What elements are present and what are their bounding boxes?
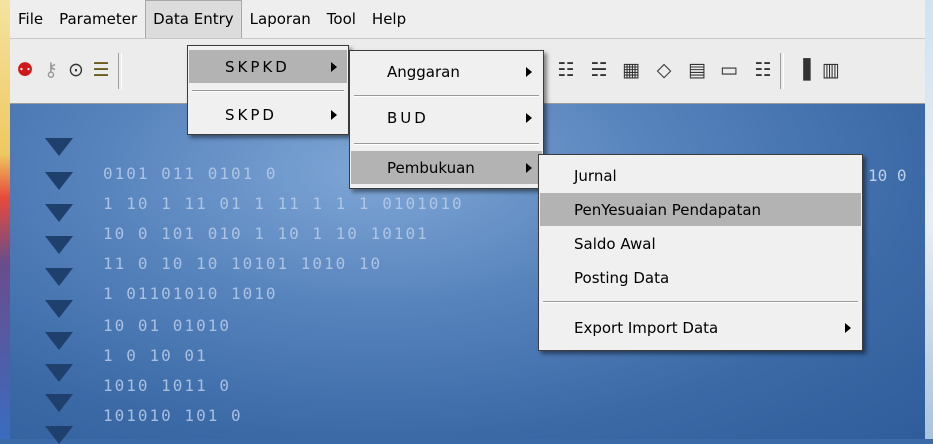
menu-item-label: Posting Data [574, 268, 670, 287]
chevron-right-icon [331, 61, 337, 72]
menu-item-label: Export Import Data [574, 318, 719, 337]
bar-chart-icon[interactable]: ▐ [792, 59, 814, 81]
binary-line: 11 0 10 10 10101 1010 10 [103, 254, 383, 273]
menu-item-label: SKPKD [225, 57, 290, 76]
menu-item-posting-data[interactable]: Posting Data [540, 261, 861, 294]
menu-laporan[interactable]: Laporan [242, 0, 319, 38]
skpkd-menu: Anggaran BUD Pembukuan [349, 50, 544, 189]
menu-item-anggaran[interactable]: Anggaran [351, 55, 542, 88]
menu-parameter[interactable]: Parameter [51, 0, 145, 38]
tag-icon[interactable]: ◇ [653, 59, 675, 81]
triangle-icon [45, 138, 73, 156]
menu-item-label: Pembukuan [387, 158, 475, 177]
ledger-icon[interactable]: ☵ [588, 59, 610, 81]
triangle-icon [45, 332, 73, 350]
binary-line: 1 0 10 01 [103, 346, 208, 365]
chevron-right-icon [845, 322, 851, 333]
binary-line: 1 10 1 11 01 1 11 1 1 1 0101010 [103, 194, 464, 213]
toolbar-separator [780, 53, 784, 89]
exit-icon[interactable]: ⚉ [14, 59, 36, 81]
menu-separator [543, 301, 858, 303]
binary-line: 101010 101 0 [103, 406, 243, 425]
triangle-icon [45, 300, 73, 318]
triangle-icon [45, 204, 73, 222]
network-icon[interactable]: ☷ [752, 59, 774, 81]
menu-separator [192, 90, 344, 92]
menu-item-label: Jurnal [574, 166, 617, 185]
calculator-icon[interactable]: ▤ [686, 59, 708, 81]
triangle-icon [45, 172, 73, 190]
menu-item-skpkd[interactable]: SKPKD [189, 50, 347, 83]
lock-icon[interactable]: ⊙ [65, 59, 87, 81]
document-icon[interactable]: ☰ [90, 59, 112, 81]
chevron-right-icon [526, 66, 532, 77]
triangle-icon [45, 394, 73, 412]
menu-item-label: PenYesuaian Pendapatan [574, 200, 762, 219]
menu-item-label: SKPD [225, 105, 277, 124]
chart-icon[interactable]: ▦ [620, 59, 642, 81]
binary-line: 1010 1011 0 [103, 376, 231, 395]
chevron-right-icon [526, 112, 532, 123]
desktop-edge-right [925, 0, 933, 439]
pembukuan-menu: Jurnal PenYesuaian Pendapatan Saldo Awal… [538, 154, 863, 351]
menu-help[interactable]: Help [364, 0, 414, 38]
triangle-icon [45, 236, 73, 254]
menu-item-jurnal[interactable]: Jurnal [540, 159, 861, 192]
triangle-icon [45, 364, 73, 382]
menu-item-skpd[interactable]: SKPD [189, 98, 347, 131]
chevron-right-icon [331, 109, 337, 120]
triangle-icon [45, 268, 73, 286]
chevron-right-icon [526, 162, 532, 173]
menu-item-bud[interactable]: BUD [351, 101, 542, 134]
menu-tool[interactable]: Tool [319, 0, 364, 38]
key-icon[interactable]: ⚷ [40, 59, 62, 81]
menu-item-pembukuan[interactable]: Pembukuan [351, 151, 542, 184]
menu-item-label: Saldo Awal [574, 234, 656, 253]
binary-line-right: 10 0 [868, 166, 907, 185]
binary-line: 1 01101010 1010 [103, 284, 278, 303]
menu-bar: File Parameter Data Entry Laporan Tool H… [10, 0, 925, 39]
menu-file[interactable]: File [10, 0, 51, 38]
binary-line: 10 0 101 010 1 10 1 10 10101 [103, 224, 429, 243]
desktop-edge-left [0, 0, 10, 439]
data-entry-menu: SKPKD SKPD [187, 45, 349, 135]
binary-line: 0101 011 0101 0 [103, 164, 278, 183]
file-icon[interactable]: ☷ [555, 59, 577, 81]
menu-separator [354, 143, 539, 145]
menu-item-label: Anggaran [387, 62, 460, 81]
menu-separator [354, 95, 539, 97]
menu-item-penyesuaian-pendapatan[interactable]: PenYesuaian Pendapatan [540, 193, 861, 226]
menu-item-label: BUD [387, 108, 429, 127]
binary-line: 10 01 01010 [103, 316, 231, 335]
table-icon[interactable]: ▥ [820, 59, 842, 81]
menu-item-export-import-data[interactable]: Export Import Data [540, 311, 861, 344]
monitor-icon[interactable]: ▭ [718, 59, 740, 81]
triangle-icon [45, 426, 73, 444]
menu-data-entry[interactable]: Data Entry [145, 0, 242, 38]
toolbar-separator [118, 53, 122, 89]
menu-item-saldo-awal[interactable]: Saldo Awal [540, 227, 861, 260]
